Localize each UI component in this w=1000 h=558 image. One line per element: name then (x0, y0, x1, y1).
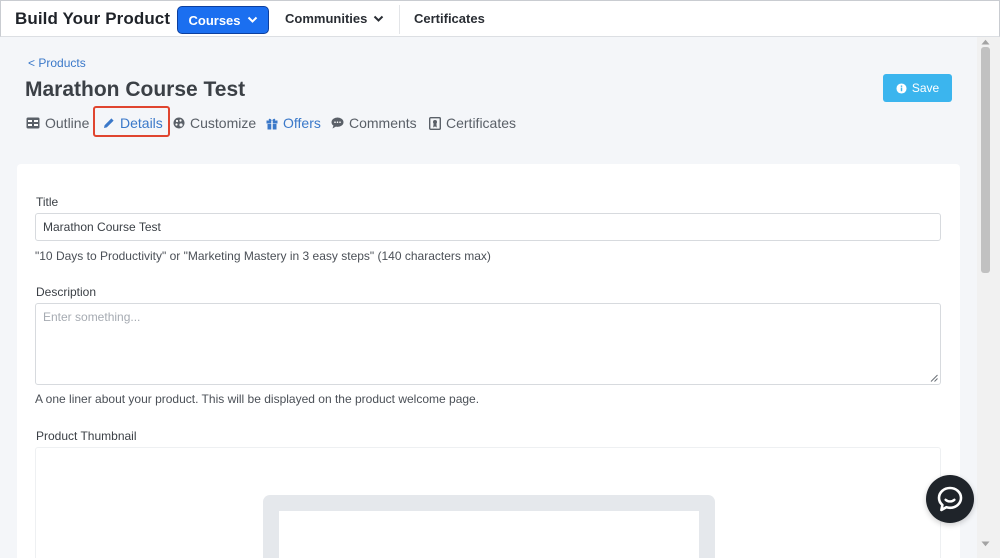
thumbnail-label: Product Thumbnail (36, 429, 137, 443)
nav-certificates-link[interactable]: Certificates (414, 11, 485, 26)
description-placeholder: Enter something... (43, 310, 141, 324)
tab-details-highlight (93, 106, 170, 137)
comment-icon (331, 117, 344, 129)
nav-communities-button[interactable]: Communities (285, 11, 384, 26)
chevron-down-icon (374, 15, 384, 22)
certificate-icon (429, 116, 441, 130)
chat-bubble-icon (937, 486, 963, 512)
top-nav-bar: Build Your Product Courses Communities C… (0, 0, 1000, 37)
nav-courses-button[interactable]: Courses (177, 6, 269, 34)
save-label: Save (911, 81, 940, 95)
nav-courses-label: Courses (188, 12, 241, 28)
brand-title: Build Your Product (15, 9, 171, 28)
description-hint: A one liner about your product. This wil… (35, 392, 480, 406)
title-input-value: Marathon Course Test (43, 220, 161, 234)
tab-certificates-label: Certificates (446, 115, 517, 131)
resize-handle-icon[interactable] (930, 374, 938, 382)
description-textarea[interactable]: Enter something... (35, 303, 941, 385)
breadcrumb-products[interactable]: < Products (28, 56, 86, 70)
outline-icon (26, 117, 40, 129)
chevron-down-icon (247, 16, 257, 23)
tab-comments[interactable]: Comments (331, 112, 417, 134)
tab-outline[interactable]: Outline (26, 112, 89, 134)
chat-widget-button[interactable] (926, 475, 974, 523)
description-label: Description (36, 285, 97, 299)
palette-icon (173, 117, 185, 129)
tab-certificates[interactable]: Certificates (429, 112, 516, 134)
scrollbar-thumb[interactable] (981, 47, 990, 273)
tab-customize[interactable]: Customize (173, 112, 256, 134)
title-label: Title (36, 195, 59, 209)
page-title: Marathon Course Test (25, 78, 246, 101)
nav-divider (399, 5, 400, 34)
scroll-down-arrow-icon[interactable] (981, 541, 990, 547)
title-hint: "10 Days to Productivity" or "Marketing … (35, 249, 491, 263)
gift-icon (266, 118, 278, 129)
tab-offers-label: Offers (283, 115, 321, 131)
tab-comments-label: Comments (349, 115, 417, 131)
save-button[interactable]: Save (883, 74, 952, 102)
tab-customize-label: Customize (190, 115, 257, 131)
title-input[interactable]: Marathon Course Test (35, 213, 941, 241)
scroll-up-arrow-icon[interactable] (981, 39, 990, 45)
tab-outline-label: Outline (45, 115, 90, 131)
tab-offers[interactable]: Offers (266, 112, 321, 134)
nav-communities-label: Communities (285, 11, 368, 26)
thumbnail-placeholder-image (279, 511, 699, 558)
info-icon (896, 82, 907, 94)
